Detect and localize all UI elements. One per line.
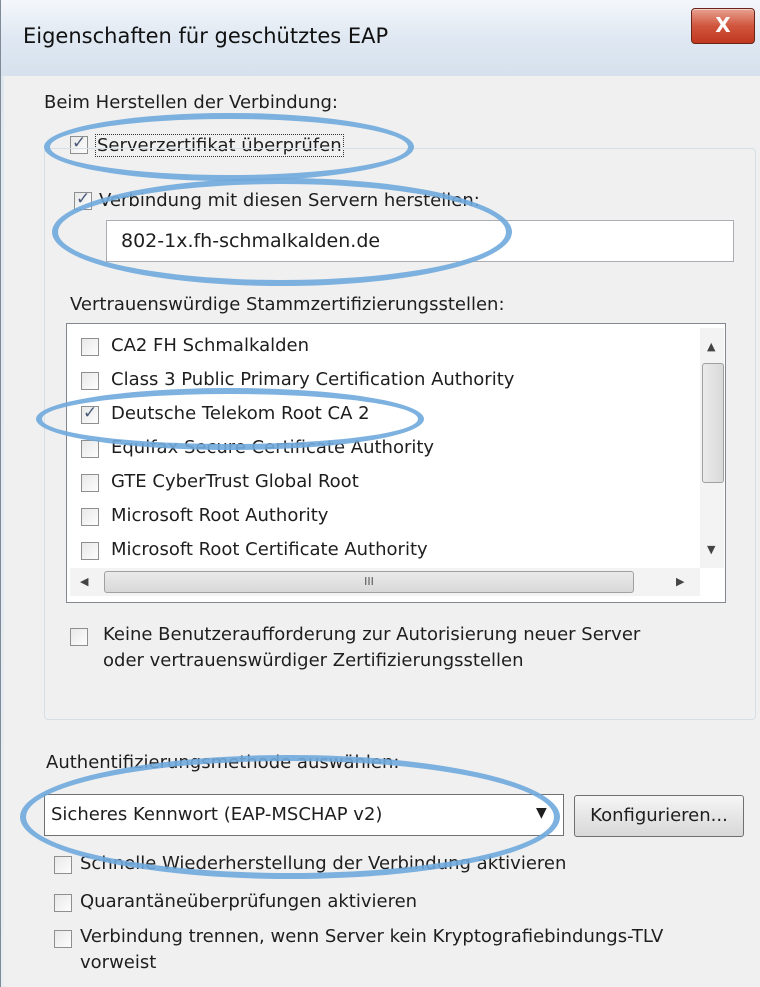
- list-item-checkbox[interactable]: [81, 372, 99, 390]
- quarantine-label: Quarantäneüberprüfungen aktivieren: [80, 891, 418, 912]
- list-item[interactable]: Microsoft Root Certificate Authority: [67, 534, 697, 566]
- connection-heading: Beim Herstellen der Verbindung:: [44, 92, 338, 113]
- list-item[interactable]: GTE CyberTrust Global Root: [67, 466, 697, 498]
- no-prompt-label-line1: Keine Benutzeraufforderung zur Autorisie…: [103, 624, 641, 645]
- horizontal-scroll-thumb[interactable]: III: [104, 571, 634, 593]
- close-icon: X: [715, 13, 731, 37]
- list-item[interactable]: Microsoft Root Authority: [67, 500, 697, 532]
- vertical-scroll-thumb[interactable]: [702, 363, 724, 483]
- scroll-left-icon[interactable]: ◀: [80, 575, 88, 588]
- close-button[interactable]: X: [691, 8, 755, 44]
- list-item[interactable]: Deutsche Telekom Root CA 2: [67, 398, 697, 430]
- list-item-checkbox[interactable]: [81, 508, 99, 526]
- connect-servers-label: Verbindung mit diesen Servern herstellen…: [99, 190, 480, 211]
- list-item[interactable]: Class 3 Public Primary Certification Aut…: [67, 364, 697, 396]
- list-item-checkbox[interactable]: [81, 474, 99, 492]
- configure-button[interactable]: Konfigurieren...: [574, 795, 744, 837]
- disconnect-tlv-checkbox[interactable]: [54, 930, 72, 948]
- trusted-roots-heading: Vertrauenswürdige Stammzertifizierungsst…: [70, 294, 505, 315]
- list-item-checkbox[interactable]: [81, 440, 99, 458]
- connect-servers-checkbox[interactable]: [74, 189, 92, 210]
- list-item-label: GTE CyberTrust Global Root: [111, 471, 359, 492]
- quarantine-checkbox[interactable]: [54, 894, 72, 912]
- fast-reconnect-label: Schnelle Wiederherstellung der Verbindun…: [80, 853, 567, 874]
- list-item[interactable]: Equifax Secure Certificate Authority: [67, 432, 697, 464]
- list-item-label: CA2 FH Schmalkalden: [111, 335, 310, 356]
- list-item-label: Deutsche Telekom Root CA 2: [111, 403, 370, 424]
- chevron-down-icon[interactable]: ▼: [536, 805, 547, 821]
- server-name-input[interactable]: 802-1x.fh-schmalkalden.de: [106, 220, 734, 262]
- scroll-down-icon[interactable]: ▼: [707, 543, 715, 556]
- fast-reconnect-checkbox[interactable]: [54, 856, 72, 874]
- list-item-label: Microsoft Root Authority: [111, 505, 329, 526]
- list-item-checkbox[interactable]: [81, 338, 99, 356]
- list-item-checkbox[interactable]: [81, 403, 99, 424]
- title-bar: Eigenschaften für geschütztes EAP X: [1, 0, 760, 76]
- scroll-up-icon[interactable]: ▲: [707, 340, 715, 353]
- list-item-label: Microsoft Root Certificate Authority: [111, 539, 428, 560]
- auth-method-heading: Authentifizierungsmethode auswählen:: [46, 752, 400, 773]
- trusted-roots-list[interactable]: CA2 FH Schmalkalden Class 3 Public Prima…: [66, 323, 726, 603]
- auth-method-select[interactable]: Sicheres Kennwort (EAP-MSCHAP v2): [44, 794, 564, 836]
- list-item[interactable]: CA2 FH Schmalkalden: [67, 330, 697, 362]
- list-item-label: Equifax Secure Certificate Authority: [111, 437, 435, 458]
- disconnect-tlv-label-line2: vorweist: [80, 952, 157, 973]
- scroll-right-icon[interactable]: ▶: [676, 575, 684, 588]
- list-item-checkbox[interactable]: [81, 542, 99, 560]
- list-item-label: Class 3 Public Primary Certification Aut…: [111, 369, 515, 390]
- disconnect-tlv-label-line1: Verbindung trennen, wenn Server kein Kry…: [80, 926, 664, 947]
- window-title: Eigenschaften für geschütztes EAP: [23, 24, 389, 48]
- no-prompt-checkbox[interactable]: [70, 628, 88, 646]
- no-prompt-label-line2: oder vertrauenswürdiger Zertifizierungss…: [103, 650, 524, 671]
